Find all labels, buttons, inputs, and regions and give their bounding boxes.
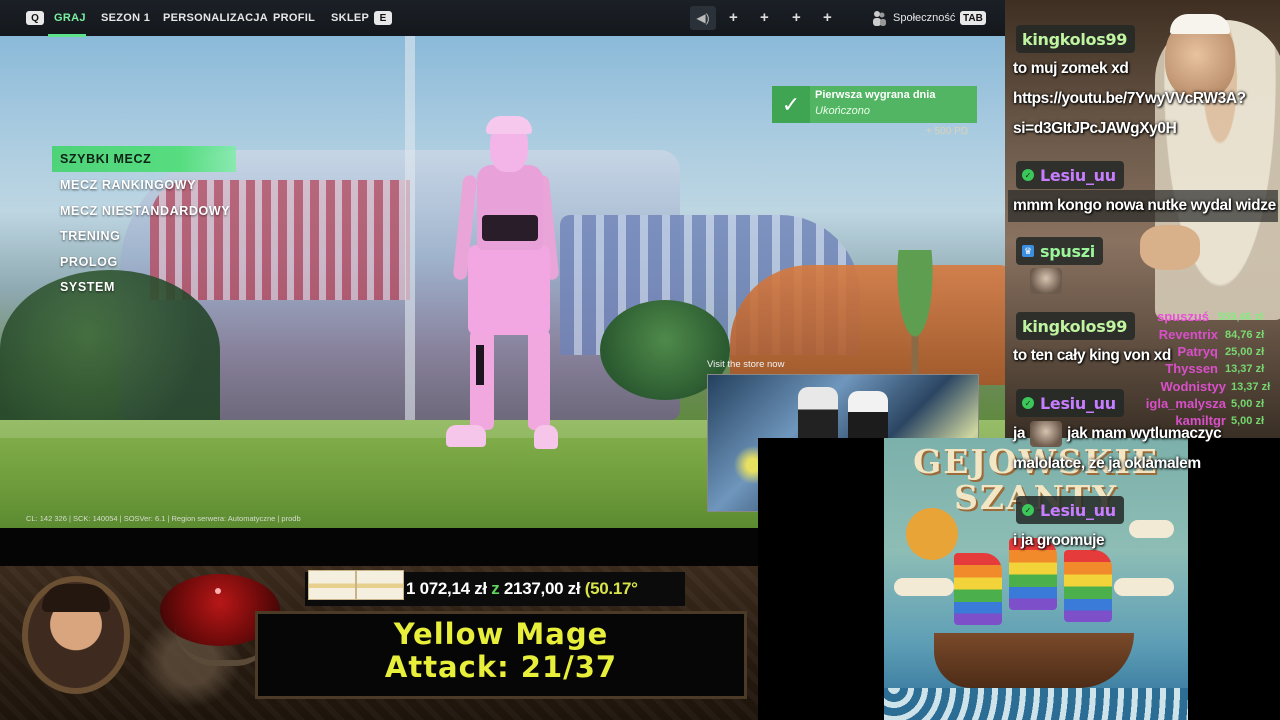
chat-message-text: ja [1013,425,1026,442]
chat-message-text: malolatce, ze ja oklamalem [1013,455,1201,472]
key-hint-e: E [374,11,392,25]
plus-icon[interactable]: + [729,9,738,26]
social-label[interactable]: Społeczność [893,12,955,24]
overlay-line-1: Yellow Mage [393,617,609,651]
menu-item-ranked-match[interactable]: MECZ RANKINGOWY [60,178,196,192]
menu-item-quick-match[interactable]: SZYBKI MECZ [60,152,151,166]
chat-username: Lesiu_uu [1040,393,1116,413]
donation-current: 1 072,14 zł [406,579,487,598]
tab-shop[interactable]: SKLEP [331,12,369,24]
chat-message-link[interactable]: https://youtu.be/7YwyVVcRW3A? [1013,90,1246,108]
achievement-status: Ukończono [815,105,871,117]
version-info: CL: 142 326 | SCK: 140054 | SOSVer: 6.1 … [26,514,301,523]
verified-badge-icon: ✓ [1022,169,1034,181]
rainbow-sail [954,553,1002,625]
chat-username: kingkolos99 [1022,29,1128,49]
chat-message-text: to muj zomek xd [1013,60,1129,77]
poster-cloud [1129,520,1174,538]
achievement-points: + 500 PD [926,126,968,137]
chat-username-box[interactable]: kingkolos99 [1016,25,1136,53]
checkmark-icon: ✓ [772,86,810,123]
verified-badge-icon: ✓ [1022,397,1034,409]
leaderboard-value: 559,46 zł [1218,311,1264,323]
character-cap [486,116,532,134]
ship-hull [934,633,1134,688]
chat-username-box[interactable]: kingkolos99 [1016,312,1136,340]
plus-icon[interactable]: + [823,9,832,26]
leaderboard-value: 5,00 zł [1231,398,1265,410]
key-hint-tab: TAB [960,11,986,25]
tab-play[interactable]: GRAJ [54,12,86,24]
black-gap [0,528,758,566]
chat-username: spuszi [1040,241,1095,261]
plus-icon[interactable]: + [760,9,769,26]
stream-overlay-panel: 1 072,14 zł z 2137,00 zł (50.17° Yellow … [0,566,758,720]
menu-item-prologue[interactable]: PROLOG [60,255,118,269]
chat-username: Lesiu_uu [1040,500,1116,520]
poster-cloud [894,578,954,596]
background-figure-hand [1140,225,1200,270]
leaderboard-name: Wodnistyy [1160,379,1227,394]
chat-message-text: jak mam wytlumaczyc [1067,425,1222,442]
menu-item-training[interactable]: TRENING [60,229,120,243]
character-leg-stripe [476,345,484,385]
donation-separator: z [491,579,500,598]
chat-emote [1030,421,1062,447]
social-icon[interactable] [872,10,886,26]
volume-icon[interactable]: ◀) [690,6,716,30]
overlay-line-2: Attack: 21/37 [384,650,618,684]
character-top [482,215,538,241]
chat-message-link[interactable]: si=d3GItJPcJAWgXy0H [1013,120,1177,138]
music-poster: GEJOWSKIE SZANTY [884,438,1188,720]
menu-item-system[interactable]: SYSTEM [60,280,115,294]
menu-item-custom-match[interactable]: MECZ NIESTANDARDOWY [60,204,230,218]
chat-username-box[interactable]: ♛ spuszi [1016,237,1103,265]
prime-badge-icon: ♛ [1022,245,1034,257]
cake-icon [308,570,356,600]
character-leg [528,330,550,430]
chat-username-box[interactable]: ✓ Lesiu_uu [1016,161,1124,189]
store-promo-label: Visit the store now [707,359,785,370]
poster-waves [884,688,1188,720]
active-tab-indicator [48,34,86,37]
poster-sun [906,508,958,560]
tab-profile[interactable]: PROFIL [273,12,315,24]
building-facade [150,180,410,300]
leaderboard-name: igla_malysza [1145,396,1226,411]
leaderboard-value: 13,37 zł [1225,363,1265,375]
key-hint-q: Q [26,11,44,25]
trees-left [0,270,220,430]
tab-customization[interactable]: PERSONALIZACJA [163,12,268,24]
top-navigation-bar: Q GRAJ SEZON 1 PERSONALIZACJA PROFIL SKL… [0,0,1005,37]
tab-season[interactable]: SEZON 1 [101,12,150,24]
leaderboard-value: 13,37 zł [1231,381,1271,393]
character-shoe [534,425,558,449]
donation-percent: (50.17° [584,579,638,598]
portrait-hair [42,584,110,612]
leaderboard-value: 25,00 zł [1225,346,1265,358]
chat-username-box[interactable]: ✓ Lesiu_uu [1016,389,1124,417]
cake-icon [356,570,404,600]
orb-highlight [215,588,221,594]
rainbow-sail [1064,550,1112,622]
chat-username-box[interactable]: ✓ Lesiu_uu [1016,496,1124,524]
chat-message-text: mmm kongo nowa nutke wydal widze [1013,197,1276,214]
achievement-title: Pierwsza wygrana dnia [815,89,936,101]
donation-goal-text: 1 072,14 zł z 2137,00 zł (50.17° [406,579,638,599]
chat-username: Lesiu_uu [1040,165,1116,185]
character-shorts [468,245,550,335]
chat-message-text: to ten cały king von xd [1013,347,1171,364]
leaderboard-value: 5,00 zł [1231,415,1265,427]
character-shoe [446,425,486,447]
lamp-pole [405,36,415,426]
verified-badge-icon: ✓ [1022,504,1034,516]
chat-message-text: i ja groomuje [1013,532,1105,549]
plus-icon[interactable]: + [792,9,801,26]
background-figure-cap [1170,14,1230,34]
chat-emote [1030,268,1062,294]
donation-goal: 2137,00 zł [503,579,581,598]
poster-cloud [1114,578,1174,596]
leaderboard-value: 84,76 zł [1225,329,1265,341]
chat-username: kingkolos99 [1022,316,1128,336]
